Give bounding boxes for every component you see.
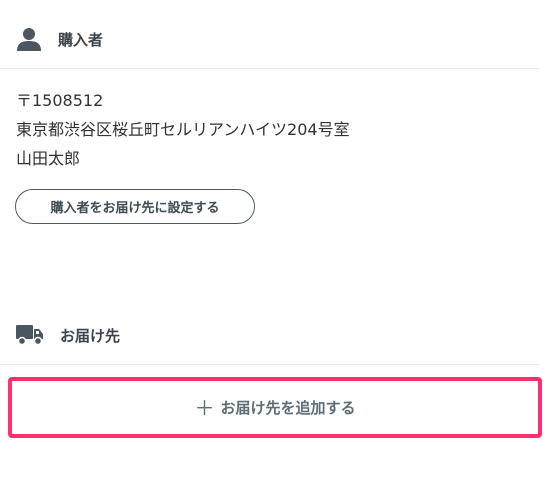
add-delivery-label: お届け先を追加する: [220, 399, 356, 417]
buyer-name: 山田太郎: [16, 149, 81, 168]
buyer-address-block: 〒1508512 東京都渋谷区桜丘町セルリアンハイツ204号室 山田太郎: [16, 86, 350, 173]
delivery-section-header: お届け先: [16, 318, 120, 352]
delivery-section-title: お届け先: [60, 326, 121, 345]
add-delivery-address-button[interactable]: ＋ お届け先を追加する: [12, 381, 538, 434]
buyer-section-title: 購入者: [58, 30, 104, 49]
buyer-address: 東京都渋谷区桜丘町セルリアンハイツ204号室: [16, 120, 350, 139]
buyer-section-header: 購入者: [16, 22, 103, 56]
buyer-postal-code: 〒1508512: [16, 91, 104, 110]
truck-icon: [16, 324, 44, 346]
plus-icon: ＋: [194, 395, 215, 420]
person-icon: [16, 27, 42, 51]
add-delivery-highlight-box: ＋ お届け先を追加する: [8, 377, 542, 438]
section-divider: [0, 68, 540, 69]
section-divider: [0, 364, 540, 365]
checkout-address-panel: 購入者 〒1508512 東京都渋谷区桜丘町セルリアンハイツ204号室 山田太郎…: [0, 0, 553, 481]
set-buyer-as-delivery-button[interactable]: 購入者をお届け先に設定する: [15, 189, 255, 224]
